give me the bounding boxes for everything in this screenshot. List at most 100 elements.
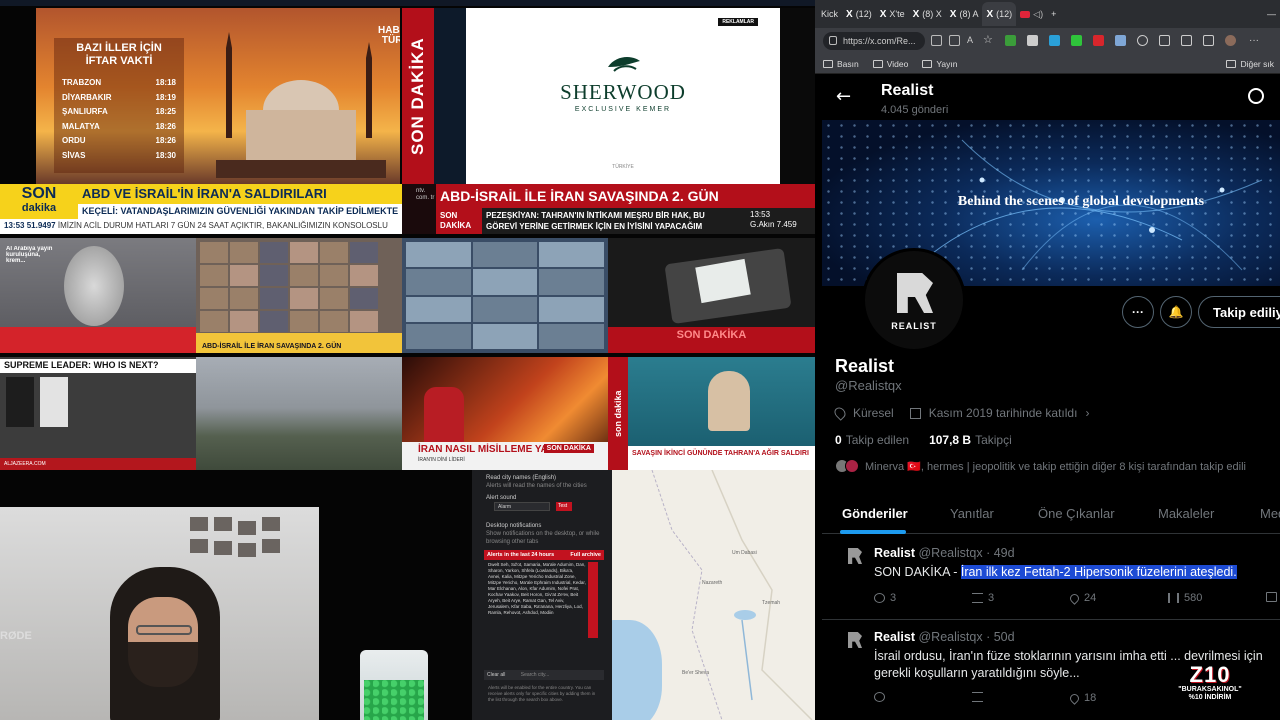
back-arrow-icon[interactable]: ← (836, 88, 851, 106)
read-aloud-icon[interactable]: A (967, 35, 978, 46)
profile-avatar[interactable] (1225, 35, 1236, 46)
stream-cell-aljazeera[interactable]: SUPREME LEADER: WHO IS NEXT? ALJAZEERA.C… (0, 357, 196, 470)
refresh-icon[interactable] (1137, 35, 1148, 46)
browser-tab[interactable]: XX'te✕ (822, 3, 1280, 720)
browser-tab[interactable]: X(8) A✕ (822, 3, 1280, 720)
clear-all-button[interactable]: Clear all (487, 672, 505, 678)
like-button[interactable]: 24 (1068, 591, 1096, 605)
stream-cell-explosion[interactable]: Al Arabiya yayın kuruluşuna, krem... (0, 238, 196, 353)
iftar-row: DİYARBAKIR 18:19 (62, 91, 176, 106)
tab-articles[interactable]: Makaleler (1158, 506, 1214, 521)
tab-posts[interactable]: Gönderiler (842, 506, 908, 521)
arabic-ticker (0, 327, 196, 353)
desktop-notifications-option[interactable]: Desktop notifications Show notifications… (486, 522, 606, 546)
youtube-tab[interactable]: ◁)✕ (822, 3, 1280, 720)
profile-avatar[interactable]: REALIST (862, 248, 966, 352)
grid-icon[interactable] (949, 35, 960, 46)
followers-link[interactable]: 107,8 B Takipçi (929, 433, 1012, 447)
extension-icon[interactable] (1027, 35, 1038, 46)
jar-contents (364, 680, 424, 720)
screen-icon[interactable] (931, 35, 942, 46)
more-icon[interactable]: ··· (1249, 35, 1260, 46)
tweet[interactable]: Realist @Realistqx · 49d SON DAKİKA - İr… (822, 546, 1280, 618)
tweet-avatar[interactable] (844, 632, 864, 652)
known-followers-text: Minerva 🇹🇷, hermes | jeopolitik ve takip… (865, 460, 1246, 473)
browser-tab[interactable]: X(12)✕ (822, 3, 1280, 720)
notifications-bell-icon[interactable]: 🔔 (1160, 296, 1192, 328)
extension-icon[interactable] (1093, 35, 1104, 46)
ticker-right-headline: ABD-İSRAİL İLE İRAN SAVAŞINDA 2. GÜN (436, 184, 815, 208)
like-button[interactable]: 18 (1068, 691, 1097, 705)
stream-cell-cameras[interactable] (402, 238, 608, 353)
extension-icon[interactable] (1071, 35, 1082, 46)
tweet-highlighted-text: İran ilk kez Fettah-2 Hipersonik füzeler… (960, 565, 1237, 579)
refresh-grok-icon[interactable] (1248, 88, 1264, 104)
bookmark-folder[interactable]: Video (872, 59, 908, 69)
portrait (6, 377, 34, 427)
retweet-button[interactable] (972, 692, 983, 702)
stream-cell-fire[interactable]: İRAN NASIL MİSİLLEME YAPACAK? SON DAKİKA… (402, 357, 608, 470)
favorites-icon[interactable] (1181, 35, 1192, 46)
tab-replies[interactable]: Yanıtlar (950, 506, 994, 521)
ticker-headline: ABD VE İSRAİL'İN İRAN'A SALDIRILARI (78, 184, 402, 204)
reply-button[interactable]: 3 (874, 592, 896, 604)
follow-counts: 0 Takip edilen 107,8 B Takipçi (835, 433, 1012, 447)
alerts-map[interactable]: Um Dabasi Tzemah Nazareth Be'er Sheva (612, 470, 815, 720)
extension-icon[interactable] (1049, 35, 1060, 46)
browser-tab[interactable]: Kick✕ (817, 3, 1280, 720)
screen: BAZI İLLER İÇİN İFTAR VAKTİ TRABZON 18:18… (0, 0, 1280, 720)
more-options-button[interactable]: ··· (1122, 296, 1154, 328)
ad-badge: REKLAMLAR (718, 18, 758, 26)
minimize-icon[interactable]: — (1263, 3, 1280, 25)
following-button[interactable]: Takip ediliyor (1198, 296, 1280, 328)
retweet-button[interactable]: 3 (972, 592, 994, 604)
star-icon[interactable]: ☆ (983, 33, 994, 46)
stream-cell-ad2[interactable]: son dakika SAVAŞIN İKİNCİ GÜNÜNDE TAHRAN… (608, 357, 815, 470)
chevron-right-icon[interactable]: › (1085, 406, 1089, 420)
tweet-name[interactable]: Realist (874, 630, 915, 644)
full-archive-link[interactable]: Full archive (570, 552, 601, 558)
reply-button[interactable] (874, 692, 885, 702)
iftar-city: SİVAS (62, 150, 86, 160)
banner-text: Behind the scenes of global developments (957, 194, 1205, 209)
stream-cell-mosaic[interactable]: ABD-İSRAİL İLE İRAN SAVAŞINDA 2. GÜN (196, 238, 402, 353)
alerts-settings-panel: Read city names (English) Alerts will re… (472, 470, 612, 720)
retweet-count: 3 (988, 592, 995, 604)
haberturk-line2: TÜRK (381, 35, 400, 46)
bookmark-folder[interactable]: Yayın (922, 59, 957, 69)
tweet-author: Realist @Realistqx · 49d (874, 546, 1015, 560)
iftar-title-line2: İFTAR VAKTİ (85, 55, 153, 67)
split-screen-icon[interactable] (1159, 35, 1170, 46)
stream-cell-ad[interactable]: SON DAKİKA (608, 238, 815, 353)
browser-tab-active[interactable]: X(12)✕ (822, 2, 1280, 720)
alerts-scrollbar[interactable] (588, 562, 598, 638)
iftar-time: 18:18 (155, 78, 176, 87)
views-button[interactable]: 580 (1168, 592, 1202, 604)
following-link[interactable]: 0 Takip edilen (835, 433, 909, 447)
tweet-avatar[interactable] (844, 548, 864, 568)
x-logo-icon: X (879, 8, 887, 20)
like-count: 18 (1084, 692, 1097, 704)
extension-icon[interactable] (1005, 35, 1016, 46)
collections-icon[interactable] (1203, 35, 1214, 46)
tweet-name[interactable]: Realist (874, 546, 915, 560)
bookmark-icon[interactable] (1266, 592, 1277, 602)
new-tab-button[interactable]: + (1047, 3, 1060, 25)
tab-highlights[interactable]: Öne Çıkanlar (1038, 506, 1115, 521)
other-bookmarks[interactable]: Diğer sık (1226, 59, 1274, 69)
known-followers[interactable]: Minerva 🇹🇷, hermes | jeopolitik ve takip… (835, 457, 1246, 475)
url-field[interactable]: https://x.com/Re... (823, 32, 925, 50)
test-sound-button[interactable]: Test (556, 502, 572, 511)
bookmark-folder[interactable]: Basın (823, 59, 859, 69)
browser-tab[interactable]: X(8) X✕ (822, 3, 1280, 720)
alert-sound-select[interactable]: Alarm (494, 502, 550, 511)
extension-icon[interactable] (1115, 35, 1126, 46)
stream-cell-cityscape[interactable] (196, 357, 402, 470)
city-search-input[interactable]: Search city... (521, 672, 550, 678)
read-city-option[interactable]: Read city names (English) Alerts will re… (486, 474, 606, 490)
ticker-left: SON dakika ABD VE İSRAİL'İN İRAN'A SALDI… (0, 184, 402, 234)
lock-icon (829, 36, 837, 45)
son-dakika-side: son dakika (608, 357, 628, 470)
tab-media[interactable]: Med (1260, 506, 1280, 521)
heart-icon (1068, 591, 1081, 605)
